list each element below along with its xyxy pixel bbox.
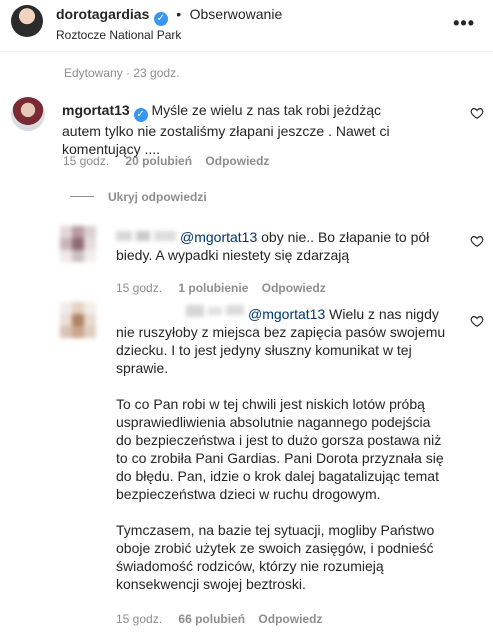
- commenter-avatar[interactable]: [11, 97, 45, 131]
- edited-timestamp: Edytowany · 23 godz.: [64, 66, 180, 80]
- reply-1-meta: 15 godz. 1 polubienie Odpowiedz: [116, 281, 326, 295]
- reply-2-paragraph-1: @mgortat13 Wielu z nas nigdy nie ruszyło…: [116, 305, 446, 377]
- reply-1-time: 15 godz.: [116, 281, 163, 295]
- comment-meta: 15 godz. 20 polubień Odpowiedz: [63, 154, 269, 168]
- more-options-icon[interactable]: •••: [453, 13, 475, 34]
- reply-button[interactable]: Odpowiedz: [258, 612, 322, 626]
- post-header: dorotagardias ✓ • Obserwowanie Roztocze …: [0, 0, 493, 52]
- like-heart-icon[interactable]: [470, 106, 484, 120]
- reply-2-time: 15 godz.: [116, 612, 163, 626]
- hide-replies-label[interactable]: Ukryj odpowiedzi: [108, 190, 207, 204]
- reply-1-body: @mgortat13 oby nie.. Bo złapanie to pół …: [116, 228, 446, 264]
- commenter-username[interactable]: mgortat13: [62, 102, 130, 118]
- reply-button[interactable]: Odpowiedz: [205, 154, 269, 168]
- avatar[interactable]: [11, 5, 43, 37]
- following-button[interactable]: Obserwowanie: [190, 6, 283, 22]
- header-title-row: dorotagardias ✓ • Obserwowanie: [56, 6, 282, 26]
- divider-line: [70, 196, 94, 198]
- reply-2-paragraph-3: Tymczasem, na bazie tej sytuacji, moglib…: [116, 522, 435, 592]
- reply-avatar-blurred[interactable]: [60, 302, 98, 340]
- comment-likes-count[interactable]: 20 polubień: [125, 154, 192, 168]
- reply-avatar-blurred[interactable]: [60, 226, 98, 264]
- reply-2-meta: 15 godz. 66 polubień Odpowiedz: [116, 612, 322, 626]
- verified-badge-icon: ✓: [133, 108, 148, 122]
- mention-link[interactable]: @mgortat13: [180, 229, 257, 245]
- reply-1-text: oby nie.. Bo złapanie to pół biedy. A wy…: [116, 229, 430, 263]
- comment-body: mgortat13 ✓ Myśle ze wielu z nas tak rob…: [62, 101, 422, 158]
- reply-2-paragraph-2: To co Pan robi w tej chwili jest niskich…: [116, 396, 444, 502]
- verified-badge-icon: ✓: [153, 12, 168, 26]
- reply-1-likes-count[interactable]: 1 polubienie: [178, 281, 248, 295]
- mention-link[interactable]: @mgortat13: [248, 306, 325, 322]
- separator-dot: •: [176, 6, 182, 22]
- reply-button[interactable]: Odpowiedz: [262, 281, 326, 295]
- like-heart-icon[interactable]: [470, 314, 484, 328]
- reply-2-body: @mgortat13 Wielu z nas nigdy nie ruszyło…: [116, 305, 446, 593]
- username[interactable]: dorotagardias: [56, 6, 149, 22]
- comment-time: 15 godz.: [63, 154, 110, 168]
- location-link[interactable]: Roztocze National Park: [56, 28, 181, 42]
- like-heart-icon[interactable]: [470, 234, 484, 248]
- reply-2-likes-count[interactable]: 66 polubień: [178, 612, 245, 626]
- hide-replies-toggle[interactable]: Ukryj odpowiedzi: [70, 188, 207, 206]
